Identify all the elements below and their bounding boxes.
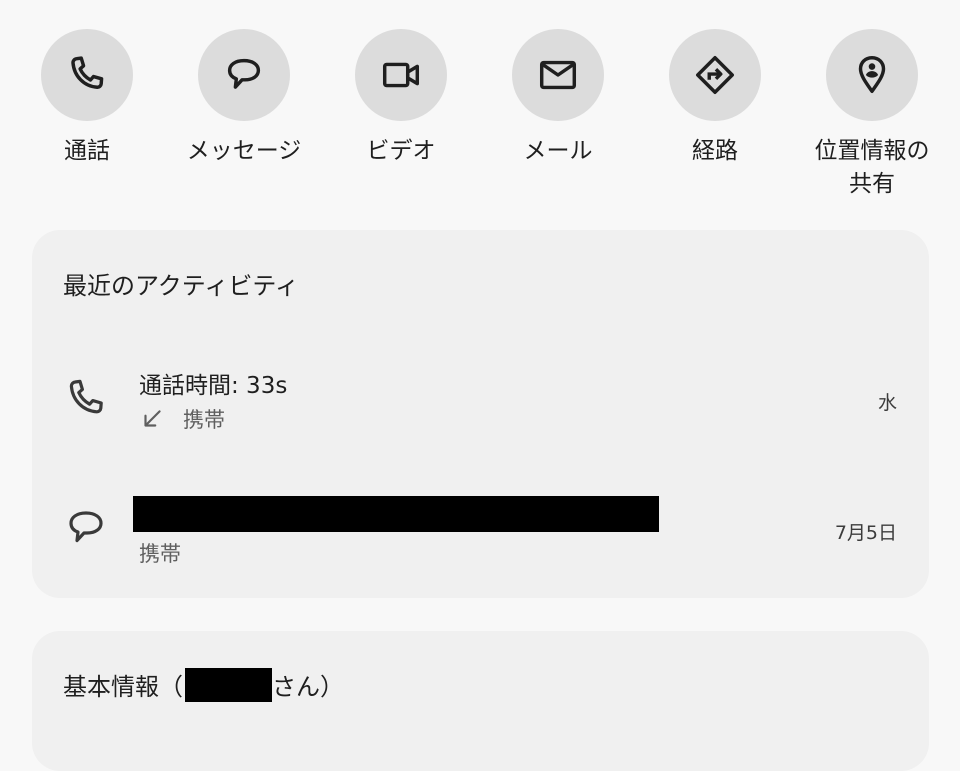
basic-info-title-suffix: さん） (272, 673, 344, 701)
call-label: 通話 (64, 138, 110, 164)
recent-activity-title: 最近のアクティビティ (63, 272, 299, 300)
location-share-action[interactable]: 位置情報の共有 (802, 29, 942, 201)
quick-actions: 通話 メッセージ ビデオ メール 経路 位置情報の共有 (0, 0, 960, 220)
directions-button[interactable] (669, 29, 761, 121)
call-duration: 通話時間: 33s (139, 373, 288, 399)
call-action[interactable]: 通話 (17, 29, 157, 168)
mail-label: メール (523, 138, 593, 164)
video-action[interactable]: ビデオ (331, 29, 471, 168)
location-share-label: 位置情報の共有 (814, 138, 930, 197)
location-share-icon (858, 56, 886, 94)
basic-info-title-prefix: 基本情報（ (63, 673, 183, 701)
directions-action[interactable]: 経路 (645, 29, 785, 168)
activity-row-call[interactable]: 通話時間: 33s 携帯 水 (32, 360, 929, 450)
message-icon (69, 511, 103, 543)
call-button[interactable] (41, 29, 133, 121)
phone-icon (69, 379, 103, 414)
message-icon (227, 58, 261, 89)
video-button[interactable] (355, 29, 447, 121)
video-label: ビデオ (366, 138, 436, 164)
recent-activity-card: 最近のアクティビティ 通話時間: 33s 携帯 水 携帯 7月5日 (32, 230, 929, 598)
directions-icon (696, 56, 734, 94)
activity-row-message[interactable]: 携帯 7月5日 (32, 492, 929, 572)
basic-info-card: 基本情報（ さん） (32, 631, 929, 771)
call-time: 水 (877, 392, 897, 414)
mail-icon (539, 60, 577, 90)
redacted-message-preview (133, 496, 659, 532)
message-label: メッセージ (186, 138, 302, 164)
phone-icon (71, 56, 104, 89)
video-icon (382, 62, 420, 88)
mail-button[interactable] (512, 29, 604, 121)
incoming-arrow-icon (144, 410, 161, 427)
message-button[interactable] (198, 29, 290, 121)
directions-label: 経路 (692, 138, 738, 164)
call-phone-type: 携帯 (183, 408, 225, 432)
message-phone-type: 携帯 (139, 542, 181, 566)
message-time: 7月5日 (834, 522, 897, 544)
call-detail: 携帯 (139, 404, 225, 434)
basic-info-title: 基本情報（ さん） (63, 667, 344, 702)
redacted-contact-name (185, 667, 272, 702)
message-action[interactable]: メッセージ (174, 29, 314, 168)
mail-action[interactable]: メール (488, 29, 628, 168)
location-share-button[interactable] (826, 29, 918, 121)
